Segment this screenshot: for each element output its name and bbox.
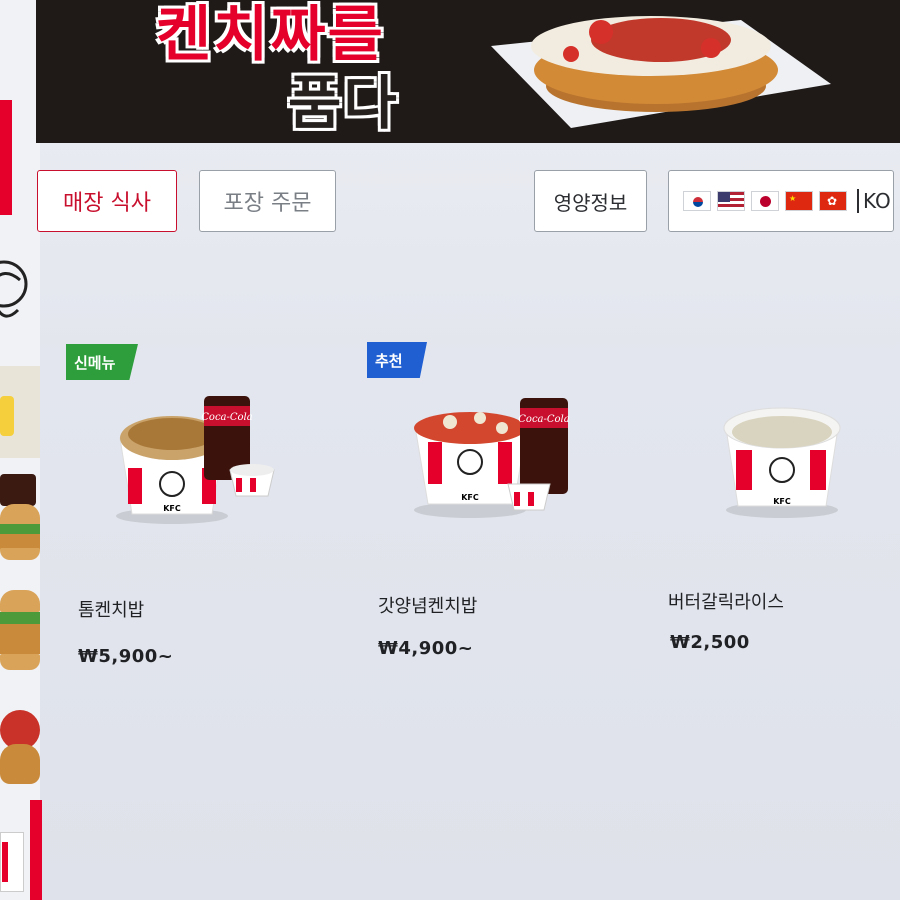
product-price: ₩2,500 bbox=[670, 632, 750, 653]
banner-subtitle: 품다 bbox=[288, 69, 399, 137]
svg-text:Coca-Cola: Coca-Cola bbox=[518, 414, 569, 425]
product-name[interactable]: 갓양념켄치밥 bbox=[378, 592, 477, 618]
product-name[interactable]: 톰켄치밥 bbox=[78, 596, 144, 622]
recommended-badge: 추천 bbox=[367, 342, 427, 378]
product-name[interactable]: 버터갈릭라이스 bbox=[668, 588, 784, 614]
sidebar-item-thumbnail[interactable] bbox=[0, 366, 40, 458]
svg-text:KFC: KFC bbox=[163, 504, 181, 513]
svg-text:KFC: KFC bbox=[773, 497, 791, 506]
sidebar-active-tab[interactable] bbox=[0, 100, 12, 215]
language-selector[interactable]: ★ ✿ KO bbox=[668, 170, 894, 232]
product-price: ₩4,900~ bbox=[378, 638, 474, 659]
sidebar-accent bbox=[30, 800, 42, 900]
new-menu-badge: 신메뉴 bbox=[66, 344, 138, 380]
sidebar-item-burger[interactable] bbox=[0, 474, 40, 578]
sidebar-item-chicken[interactable] bbox=[0, 700, 40, 790]
product-price: ₩5,900~ bbox=[78, 646, 174, 667]
dine-in-button[interactable]: 매장 식사 bbox=[37, 170, 177, 232]
product-image-tomkenchibap[interactable]: KFC Coca-Cola bbox=[112, 388, 282, 528]
takeout-button[interactable]: 포장 주문 bbox=[199, 170, 336, 232]
svg-text:KFC: KFC bbox=[461, 493, 479, 502]
product-image-butter-garlic-rice[interactable]: KFC bbox=[720, 392, 850, 520]
product-image-gatyangnyeom[interactable]: KFC Coca-Cola bbox=[410, 392, 580, 522]
korea-flag-icon[interactable] bbox=[683, 191, 711, 211]
promo-banner[interactable]: 켄치짜를 품다 bbox=[36, 0, 900, 143]
burger-image bbox=[491, 16, 831, 128]
nutrition-info-button[interactable]: 영양정보 bbox=[534, 170, 647, 232]
japan-flag-icon[interactable] bbox=[751, 191, 779, 211]
language-code: KO bbox=[857, 189, 891, 213]
china-flag-icon[interactable]: ★ bbox=[785, 191, 813, 211]
usa-flag-icon[interactable] bbox=[717, 191, 745, 211]
colonel-logo-icon bbox=[0, 260, 28, 318]
hongkong-flag-icon[interactable]: ✿ bbox=[819, 191, 847, 211]
sidebar-item-burger[interactable] bbox=[0, 590, 40, 682]
svg-text:Coca-Cola: Coca-Cola bbox=[201, 412, 252, 423]
